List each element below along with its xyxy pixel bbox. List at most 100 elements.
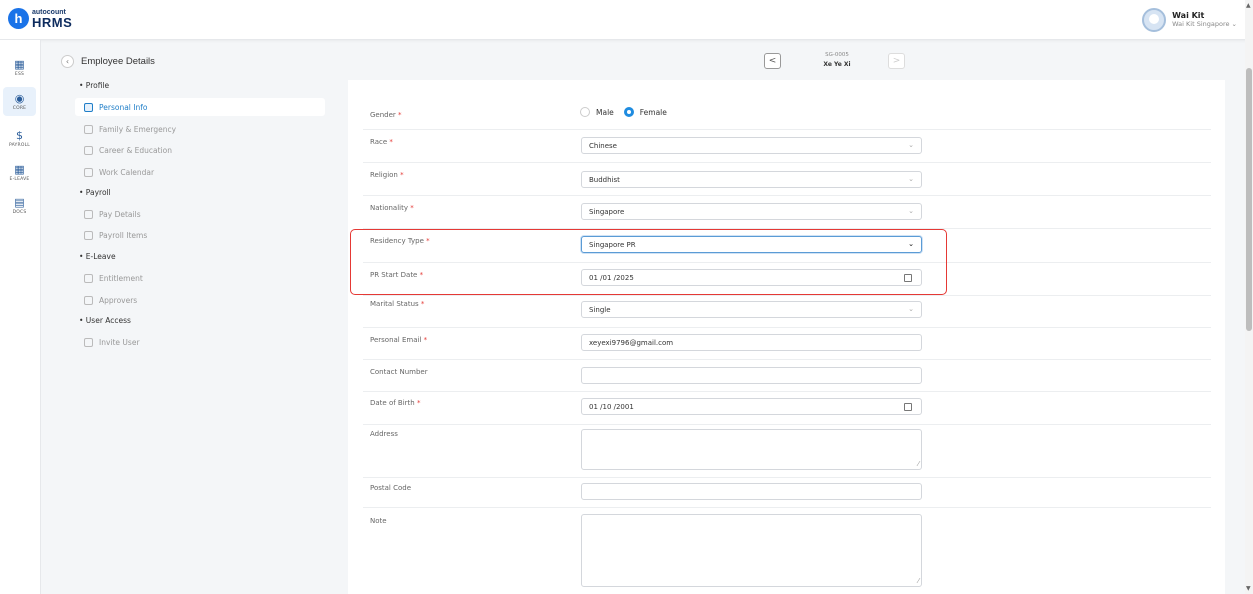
residency-type-value: Singapore PR xyxy=(589,240,636,249)
field-label: Marital Status * xyxy=(370,300,424,308)
residency-type-select[interactable]: Singapore PR ⌄ xyxy=(581,236,922,253)
race-select[interactable]: Chinese ⌄ xyxy=(581,137,922,154)
nav-item-label: Personal Info xyxy=(99,102,148,112)
form-row-address: Address ⁄ xyxy=(363,425,1211,478)
section-heading-payroll: • Payroll xyxy=(79,188,111,197)
religion-select[interactable]: Buddhist ⌄ xyxy=(581,171,922,188)
chevron-down-icon: ⌄ xyxy=(908,305,914,313)
nav-item-label: Pay Details xyxy=(99,209,141,219)
date-of-birth-value: 01 /10 /2001 xyxy=(589,402,634,411)
rail-item-eleave[interactable]: ▦ E-LEAVE xyxy=(3,158,36,187)
employee-name: Xe Ye Xi xyxy=(823,61,851,68)
form-row-date-of-birth: Date of Birth * 01 /10 /2001 xyxy=(363,392,1211,425)
radio-label-female[interactable]: Female xyxy=(640,108,667,117)
app-logo[interactable]: h autocount HRMS xyxy=(8,8,72,29)
calendar-icon[interactable] xyxy=(904,403,912,411)
gender-label: Gender xyxy=(370,111,396,119)
ess-icon: ▦ xyxy=(14,57,25,71)
module-rail: ▦ ESS ◉ CORE $ PAYROLL ▦ E-LEAVE ▤ DOCS xyxy=(0,40,41,594)
pr-start-date-input[interactable]: 01 /01 /2025 xyxy=(581,269,922,286)
form-row-pr-start-date: PR Start Date * 01 /01 /2025 xyxy=(363,263,1211,296)
marital-status-value: Single xyxy=(589,305,611,314)
required-marker: * xyxy=(389,138,393,146)
user-plus-icon xyxy=(84,337,93,347)
field-label: PR Start Date * xyxy=(370,271,423,279)
nav-item-label: Entitlement xyxy=(99,273,143,283)
resize-handle-icon[interactable]: ⁄ xyxy=(918,460,919,468)
calendar-icon[interactable] xyxy=(904,274,912,282)
field-label: Date of Birth * xyxy=(370,399,420,407)
gender-radio-group: Male Female xyxy=(580,107,677,117)
avatar xyxy=(1142,8,1167,32)
race-label: Race xyxy=(370,138,388,146)
marital-status-select[interactable]: Single ⌄ xyxy=(581,301,922,318)
personal-email-value: xeyexi9796@gmail.com xyxy=(589,338,674,347)
bank-icon xyxy=(84,209,93,219)
chevron-down-icon: ⌄ xyxy=(908,175,914,183)
nav-item-label: Payroll Items xyxy=(99,230,148,240)
nationality-select[interactable]: Singapore ⌄ xyxy=(581,203,922,220)
rail-item-docs[interactable]: ▤ DOCS xyxy=(3,191,36,220)
form-row-gender: Gender * xyxy=(363,100,1211,130)
logo-mark: h xyxy=(8,8,29,29)
list-icon xyxy=(84,230,93,240)
rail-item-core[interactable]: ◉ CORE xyxy=(3,87,36,116)
nav-item-career-education[interactable]: Career & Education xyxy=(75,141,325,159)
form-row-residency-type: Residency Type * Singapore PR ⌄ xyxy=(363,229,1211,263)
family-icon xyxy=(84,124,93,134)
required-marker: * xyxy=(398,111,402,119)
scroll-down-icon[interactable]: ▼ xyxy=(1246,585,1251,592)
date-of-birth-input[interactable]: 01 /10 /2001 xyxy=(581,398,922,415)
personal-email-input[interactable]: xeyexi9796@gmail.com xyxy=(581,334,922,351)
contact-number-label: Contact Number xyxy=(370,368,428,376)
next-employee-button[interactable]: > xyxy=(888,53,905,69)
nav-item-invite-user[interactable]: Invite User xyxy=(75,333,325,351)
id-card-icon xyxy=(84,102,93,112)
form-row-postal-code: Postal Code xyxy=(363,478,1211,508)
scrollbar-thumb[interactable] xyxy=(1246,68,1252,331)
calendar-icon: ▦ xyxy=(14,162,25,176)
rail-label: E-LEAVE xyxy=(9,176,30,182)
rail-item-payroll[interactable]: $ PAYROLL xyxy=(3,124,36,153)
resize-handle-icon[interactable]: ⁄ xyxy=(918,577,919,585)
note-textarea[interactable]: ⁄ xyxy=(581,514,922,587)
back-button[interactable]: ‹ xyxy=(61,55,74,68)
nav-item-family-emergency[interactable]: Family & Emergency xyxy=(75,120,325,138)
religion-label: Religion xyxy=(370,171,398,179)
race-value: Chinese xyxy=(589,141,617,150)
pr-start-date-label: PR Start Date xyxy=(370,271,418,279)
scroll-up-icon[interactable]: ▲ xyxy=(1246,2,1251,9)
previous-employee-button[interactable]: < xyxy=(764,53,781,69)
nav-item-work-calendar[interactable]: Work Calendar xyxy=(75,163,325,181)
field-label: Race * xyxy=(370,138,393,146)
form-row-note: Note ⁄ xyxy=(363,508,1211,594)
user-menu[interactable]: Wai Kit Wai Kit Singapore ⌄ xyxy=(1142,8,1237,32)
nav-item-approvers[interactable]: Approvers xyxy=(75,291,325,309)
rail-item-ess[interactable]: ▦ ESS xyxy=(3,53,36,82)
nav-item-payroll-items[interactable]: Payroll Items xyxy=(75,226,325,244)
rail-label: CORE xyxy=(12,105,27,111)
pr-start-date-value: 01 /01 /2025 xyxy=(589,273,634,282)
required-marker: * xyxy=(426,237,430,245)
nav-item-pay-details[interactable]: Pay Details xyxy=(75,205,325,223)
contact-number-input[interactable] xyxy=(581,367,922,384)
nationality-label: Nationality xyxy=(370,204,409,212)
document-icon: ▤ xyxy=(14,195,25,209)
required-marker: * xyxy=(423,336,428,344)
nav-item-entitlement[interactable]: Entitlement xyxy=(75,269,325,287)
employee-code: SG-0005 xyxy=(825,52,849,58)
required-marker: * xyxy=(419,271,424,279)
radio-female[interactable] xyxy=(623,107,634,117)
nav-item-personal-info[interactable]: Personal Info xyxy=(75,98,325,116)
field-label: Residency Type * xyxy=(370,237,430,245)
radio-male[interactable] xyxy=(580,107,590,117)
nationality-value: Singapore xyxy=(589,207,625,216)
calendar-icon xyxy=(84,167,93,177)
address-label: Address xyxy=(370,430,398,438)
postal-code-input[interactable] xyxy=(581,483,922,500)
address-textarea[interactable]: ⁄ xyxy=(581,429,922,470)
top-header: h autocount HRMS Wai Kit Wai Kit Singapo… xyxy=(0,0,1253,40)
radio-label-male[interactable]: Male xyxy=(596,108,614,117)
dollar-icon: $ xyxy=(16,128,23,142)
page-scrollbar[interactable]: ▲ ▼ xyxy=(1245,0,1253,594)
